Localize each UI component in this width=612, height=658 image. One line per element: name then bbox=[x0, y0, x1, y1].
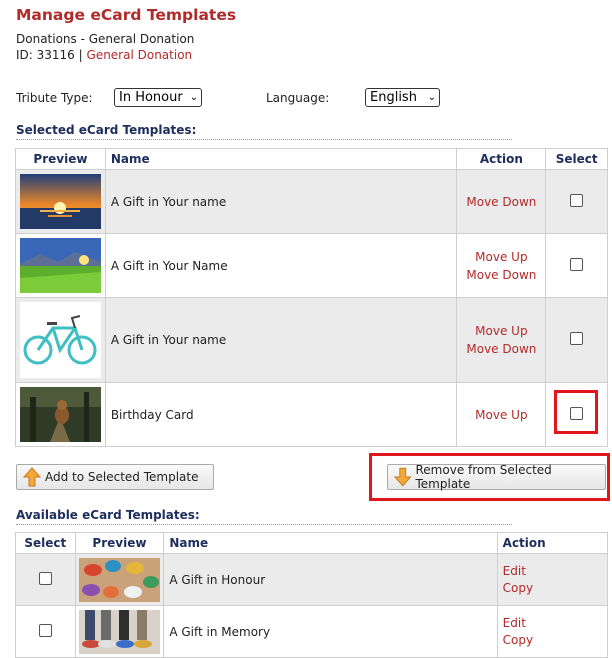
row-select-checkbox[interactable] bbox=[38, 571, 52, 585]
chevron-down-icon: ⌄ bbox=[427, 92, 437, 103]
language-value: English bbox=[370, 90, 417, 105]
column-header: Select bbox=[545, 148, 608, 170]
meadow-image bbox=[19, 238, 101, 293]
table-row: A Gift in Honour Edit Copy bbox=[15, 553, 609, 606]
available-templates-table: Select Preview Name Action A Gift in Hon… bbox=[15, 532, 609, 658]
action-cell: Move Up bbox=[456, 382, 547, 447]
preview-cell bbox=[15, 233, 106, 298]
page-title: Manage eCard Templates bbox=[16, 6, 237, 24]
page-id: ID: 33116 bbox=[16, 48, 75, 62]
shoes-image bbox=[78, 557, 160, 602]
template-name: Birthday Card bbox=[104, 382, 458, 447]
column-header: Name bbox=[163, 532, 498, 554]
select-cell bbox=[545, 233, 608, 298]
select-cell bbox=[15, 605, 76, 658]
row-select-checkbox[interactable] bbox=[38, 623, 52, 637]
edit-link[interactable]: Edit bbox=[503, 564, 607, 578]
column-header: Name bbox=[104, 148, 458, 170]
move-down-link[interactable]: Move Down bbox=[457, 195, 545, 209]
arrow-up-icon bbox=[23, 467, 41, 487]
move-up-link[interactable]: Move Up bbox=[457, 324, 545, 338]
language-label: Language: bbox=[266, 91, 330, 105]
action-cell: Move Up Move Down bbox=[456, 297, 547, 383]
tribute-type-label: Tribute Type: bbox=[16, 91, 93, 105]
bicycle-image bbox=[19, 302, 101, 378]
chevron-down-icon: ⌄ bbox=[189, 92, 199, 103]
column-header: Action bbox=[496, 532, 609, 554]
table-header-row: Preview Name Action Select bbox=[15, 148, 608, 170]
table-row: A Gift in Your name Move Down bbox=[15, 169, 608, 234]
table-row: Birthday Card Move Up bbox=[15, 382, 608, 447]
preview-cell bbox=[74, 605, 165, 658]
highlight-box bbox=[369, 453, 610, 501]
language-select[interactable]: English ⌄ bbox=[365, 88, 440, 107]
column-header: Action bbox=[456, 148, 547, 170]
move-up-link[interactable]: Move Up bbox=[457, 250, 545, 264]
table-header-row: Select Preview Name Action bbox=[15, 532, 609, 554]
action-cell: Move Down bbox=[456, 169, 547, 234]
row-select-checkbox[interactable] bbox=[570, 257, 584, 271]
select-cell bbox=[15, 553, 76, 606]
preview-cell bbox=[15, 382, 106, 447]
preview-cell bbox=[74, 553, 165, 606]
column-header: Select bbox=[15, 532, 76, 554]
template-name: A Gift in Honour bbox=[163, 553, 498, 606]
add-to-selected-button[interactable]: Add to Selected Template bbox=[16, 464, 214, 490]
template-name: A Gift in Your name bbox=[104, 297, 458, 383]
selected-templates-heading: Selected eCard Templates: bbox=[16, 123, 512, 140]
template-name: A Gift in Your Name bbox=[104, 233, 458, 298]
select-cell bbox=[545, 169, 608, 234]
table-row: A Gift in Memory Edit Copy bbox=[15, 605, 609, 658]
column-header: Preview bbox=[74, 532, 165, 554]
move-down-link[interactable]: Move Down bbox=[457, 342, 545, 356]
copy-link[interactable]: Copy bbox=[503, 633, 607, 647]
action-cell: Edit Copy bbox=[496, 553, 609, 606]
id-separator: | bbox=[78, 48, 83, 62]
table-row: A Gift in Your name Move Up Move Down bbox=[15, 297, 608, 383]
legs-image bbox=[78, 609, 160, 654]
tribute-type-value: In Honour bbox=[119, 90, 183, 105]
copy-link[interactable]: Copy bbox=[503, 581, 607, 595]
select-cell bbox=[545, 297, 608, 383]
action-cell: Edit Copy bbox=[496, 605, 609, 658]
action-cell: Move Up Move Down bbox=[456, 233, 547, 298]
page-subtitle: Donations - General Donation bbox=[16, 32, 195, 46]
page-id-line: ID: 33116 | General Donation bbox=[16, 48, 192, 62]
general-donation-link[interactable]: General Donation bbox=[87, 48, 193, 62]
sunset-image bbox=[19, 174, 101, 229]
selected-templates-table: Preview Name Action Select A Gift in You… bbox=[15, 148, 608, 447]
add-button-label: Add to Selected Template bbox=[45, 470, 199, 484]
tribute-type-select[interactable]: In Honour ⌄ bbox=[114, 88, 202, 107]
dog-image bbox=[19, 387, 101, 442]
highlight-box bbox=[554, 390, 598, 434]
column-header: Preview bbox=[15, 148, 106, 170]
table-row: A Gift in Your Name Move Up Move Down bbox=[15, 233, 608, 298]
move-down-link[interactable]: Move Down bbox=[457, 268, 545, 282]
preview-cell bbox=[15, 169, 106, 234]
move-up-link[interactable]: Move Up bbox=[457, 408, 545, 422]
row-select-checkbox[interactable] bbox=[570, 193, 584, 207]
preview-cell bbox=[15, 297, 106, 383]
template-name: A Gift in Memory bbox=[163, 605, 498, 658]
edit-link[interactable]: Edit bbox=[503, 616, 607, 630]
template-name: A Gift in Your name bbox=[104, 169, 458, 234]
available-templates-heading: Available eCard Templates: bbox=[16, 508, 512, 525]
row-select-checkbox[interactable] bbox=[570, 332, 584, 345]
